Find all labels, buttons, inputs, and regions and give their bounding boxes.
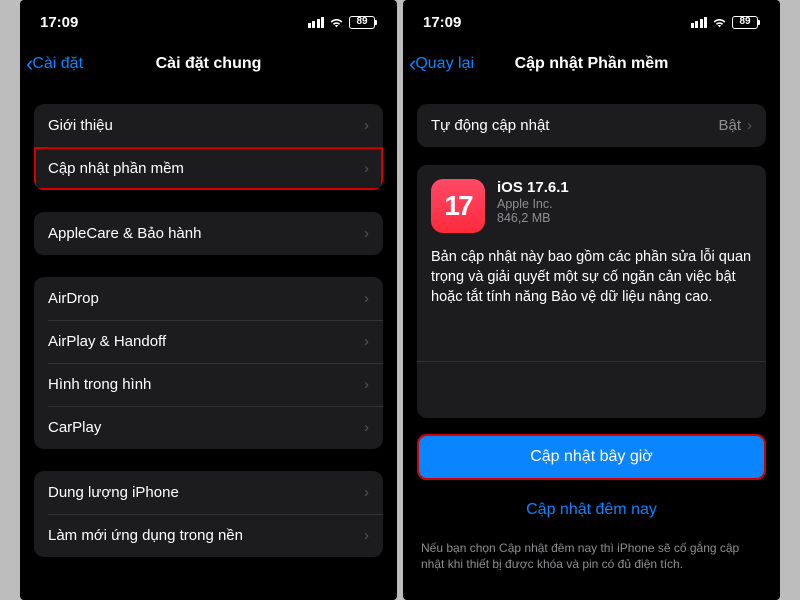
chevron-right-icon: › — [364, 117, 369, 134]
chevron-right-icon: › — [364, 484, 369, 501]
chevron-right-icon: › — [364, 419, 369, 436]
phone-right: 17:09 89 ‹Quay lại Cập nhật Phần mềm Tự … — [403, 0, 780, 600]
back-label: Quay lại — [415, 55, 474, 73]
status-bar: 17:09 89 — [403, 0, 780, 44]
chevron-right-icon: › — [747, 117, 752, 134]
battery-icon: 89 — [732, 16, 760, 29]
status-time: 17:09 — [423, 14, 461, 31]
wifi-icon — [329, 17, 344, 28]
button-label: Cập nhật bây giờ — [530, 448, 653, 466]
cell-label: Dung lượng iPhone — [48, 484, 179, 501]
button-label: Cập nhật đêm nay — [526, 501, 657, 519]
cell-label: Giới thiệu — [48, 117, 113, 134]
cell-pip[interactable]: Hình trong hình › — [34, 363, 383, 406]
group-connectivity: AirDrop › AirPlay & Handoff › Hình trong… — [34, 277, 383, 449]
group-applecare: AppleCare & Bảo hành › — [34, 212, 383, 255]
cell-applecare[interactable]: AppleCare & Bảo hành › — [34, 212, 383, 255]
update-tonight-button[interactable]: Cập nhật đêm nay — [417, 490, 766, 530]
nav-header: ‹Cài đặt Cài đặt chung — [20, 44, 397, 84]
cell-label: AirDrop — [48, 290, 99, 307]
group-auto: Tự động cập nhật Bật › — [417, 104, 766, 147]
cell-label: Cập nhật phần mềm — [48, 160, 184, 177]
cell-label: AppleCare & Bảo hành — [48, 225, 201, 242]
battery-icon: 89 — [349, 16, 377, 29]
cell-label: Tự động cập nhật — [431, 117, 549, 134]
cell-label: Làm mới ứng dụng trong nền — [48, 527, 243, 544]
update-size: 846,2 MB — [497, 211, 569, 225]
footnote: Nếu bạn chọn Cập nhật đêm nay thì iPhone… — [417, 540, 766, 572]
cell-airplay[interactable]: AirPlay & Handoff › — [34, 320, 383, 363]
cell-bgapp[interactable]: Làm mới ứng dụng trong nền › — [34, 514, 383, 557]
cell-label: CarPlay — [48, 419, 101, 436]
cell-software-update[interactable]: Cập nhật phần mềm › — [34, 147, 383, 190]
cell-carplay[interactable]: CarPlay › — [34, 406, 383, 449]
back-button[interactable]: ‹Quay lại — [409, 53, 474, 75]
signal-icon — [308, 17, 325, 28]
chevron-right-icon: › — [364, 527, 369, 544]
cell-auto-update[interactable]: Tự động cập nhật Bật › — [417, 104, 766, 147]
update-description: Bản cập nhật này bao gồm các phần sửa lỗ… — [431, 247, 752, 307]
group-storage: Dung lượng iPhone › Làm mới ứng dụng tro… — [34, 471, 383, 557]
chevron-right-icon: › — [364, 290, 369, 307]
ios-icon: 17 — [431, 179, 485, 233]
wifi-icon — [712, 17, 727, 28]
status-time: 17:09 — [40, 14, 78, 31]
chevron-right-icon: › — [364, 160, 369, 177]
content: Tự động cập nhật Bật › 17 iOS 17.6.1 App… — [403, 84, 780, 572]
back-button[interactable]: ‹Cài đặt — [26, 53, 83, 75]
update-vendor: Apple Inc. — [497, 197, 569, 211]
update-card: 17 iOS 17.6.1 Apple Inc. 846,2 MB Bản cậ… — [417, 165, 766, 418]
cell-storage[interactable]: Dung lượng iPhone › — [34, 471, 383, 514]
update-now-button[interactable]: Cập nhật bây giờ — [417, 434, 766, 480]
status-indicators: 89 — [308, 16, 378, 29]
cell-about[interactable]: Giới thiệu › — [34, 104, 383, 147]
phone-left: 17:09 89 ‹Cài đặt Cài đặt chung Giới thi… — [20, 0, 397, 600]
chevron-right-icon: › — [364, 376, 369, 393]
cell-value: Bật — [718, 117, 741, 134]
update-name: iOS 17.6.1 — [497, 179, 569, 196]
signal-icon — [691, 17, 708, 28]
cell-airdrop[interactable]: AirDrop › — [34, 277, 383, 320]
content: Giới thiệu › Cập nhật phần mềm › AppleCa… — [20, 84, 397, 557]
update-header: 17 iOS 17.6.1 Apple Inc. 846,2 MB — [431, 179, 752, 233]
cell-label: Hình trong hình — [48, 376, 151, 393]
status-bar: 17:09 89 — [20, 0, 397, 44]
back-label: Cài đặt — [32, 55, 83, 73]
status-indicators: 89 — [691, 16, 761, 29]
learn-more-row[interactable] — [431, 362, 752, 404]
cell-label: AirPlay & Handoff — [48, 333, 166, 350]
chevron-right-icon: › — [364, 225, 369, 242]
group-general: Giới thiệu › Cập nhật phần mềm › — [34, 104, 383, 190]
chevron-right-icon: › — [364, 333, 369, 350]
nav-header: ‹Quay lại Cập nhật Phần mềm — [403, 44, 780, 84]
